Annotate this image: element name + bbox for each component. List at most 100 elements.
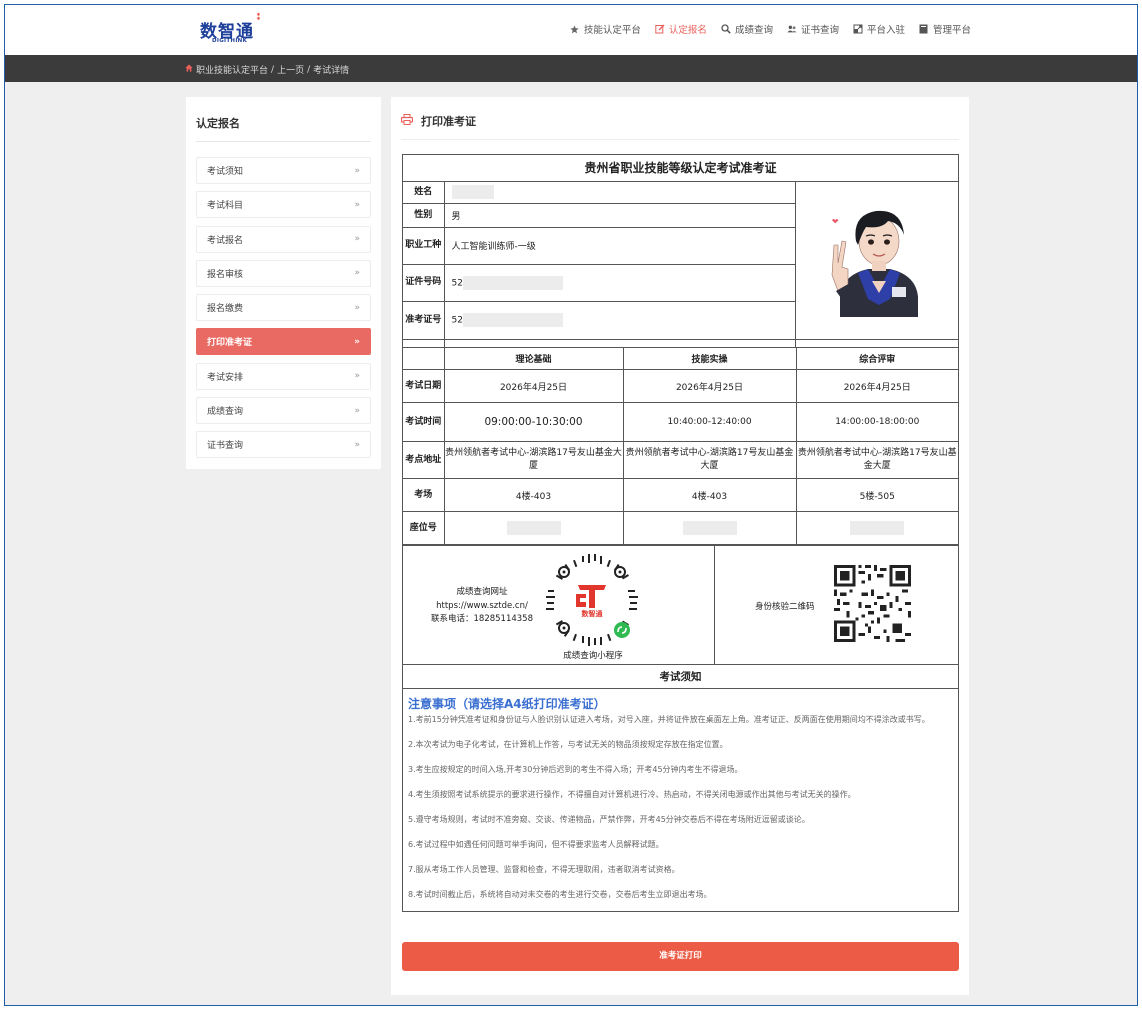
sidebar-item-exam-registration[interactable]: 考试报名 » [196,225,371,253]
logo-sparkle-icon: ⁑ [256,13,262,23]
identity-verify-block: 身份核验二维码 [715,546,958,664]
chevron-down-icon: » [354,199,360,210]
sidebar-item-exam-schedule[interactable]: 考试安排 » [196,362,371,390]
id-number-value: 52 [443,263,795,302]
top-header: 数智通 ⁑ DIGITHINK 技能认定平台 认定报名 成绩查询 证书查询 平台… [5,5,1137,55]
sidebar-item-label: 证书查询 [207,441,244,452]
id-number-label: 证件号码 [403,263,445,302]
spacer-cell [794,338,958,348]
divider [196,141,371,142]
notice-item: 5.遵守考场规则，考试时不准旁窥、交谈、传递物品，严禁作弊，开考45分钟交卷后不… [408,815,810,824]
breadcrumb-home-link[interactable]: 职业技能认定平台 [196,63,268,76]
table-cell: 4楼-403 [443,478,624,512]
notice-body: 注意事项（请选择A4纸打印准考证） 1.考前15分钟凭准考证和身份证与人脸识别认… [403,689,958,911]
users-icon [787,24,797,34]
star-icon [570,24,580,34]
notice-heading: 注意事项（请选择A4纸打印准考证） [408,697,606,711]
logo-subtext: DIGITHINK [212,38,248,44]
nav-item-skill-platform[interactable]: 技能认定平台 [570,22,641,36]
gender-label: 性别 [403,202,445,228]
seat-cell [443,511,624,545]
nav-label: 成绩查询 [734,25,773,36]
score-query-block: 成绩查询网址 https://www.sztde.cn/ 联系电话：182851… [403,546,715,664]
breadcrumb-separator: / [271,64,275,75]
nav-item-platform-join[interactable]: 平台入驻 [853,22,905,36]
sidebar-item-payment[interactable]: 报名缴费 » [196,294,371,322]
chevron-down-icon: » [354,371,360,382]
sidebar-item-exam-notice[interactable]: 考试须知 » [196,157,371,184]
identity-verify-label: 身份核验二维码 [755,602,815,612]
candidate-photo [821,205,936,317]
notice-item: 4.考生须按照考试系统提示的要求进行操作，不得擅自对计算机进行冷、热启动，不得关… [408,790,856,799]
nav-label: 平台入驻 [866,25,905,36]
qr-section: 成绩查询网址 https://www.sztde.cn/ 联系电话：182851… [403,545,958,664]
nav-item-admin-platform[interactable]: 管理平台 [919,22,971,36]
sidebar-item-label: 报名缴费 [207,304,244,315]
ticket-number-value: 52 [443,300,795,340]
table-row: 考试时间 09:00:00-10:30:00 10:40:00-12:40:00… [403,402,958,442]
name-value [443,182,796,204]
seat-redacted [506,521,561,535]
notice-item: 3.考生应按规定的时间入场,开考30分钟后迟到的考生不得入场；开考45分钟内考生… [408,765,743,774]
page-title-text: 打印准考证 [421,115,476,128]
page-frame: 数智通 ⁑ DIGITHINK 技能认定平台 认定报名 成绩查询 证书查询 平台… [4,4,1138,1006]
seat-cell [622,511,797,545]
sidebar-item-score-query[interactable]: 成绩查询 » [196,397,371,425]
id-number-redacted [462,275,563,290]
nav-label: 证书查询 [800,25,839,36]
column-header: 综合评审 [795,347,958,370]
row-label: 座位号 [403,511,445,545]
book-icon [919,24,929,34]
table-cell: 2026年4月25日 [622,369,797,403]
mini-program-caption: 成绩查询小程序 [563,651,623,661]
main-panel: 打印准考证 贵州省职业技能等级认定考试准考证 姓名 性别 男 职业工种 人工智能… [391,97,969,995]
seat-cell [795,511,958,545]
nav-item-certificate-query[interactable]: 证书查询 [787,22,839,36]
notice-item: 1.考前15分钟凭准考证和身份证与人脸识别认证进入考场，对号入座，并将证件放在桌… [408,715,930,724]
nav-label: 技能认定平台 [583,25,641,36]
breadcrumb-separator: / [307,64,311,75]
notice-item: 2.本次考试为电子化考试，在计算机上作答，与考试无关的物品须按规定存放在指定位置… [408,740,728,749]
notice-item: 7.服从考场工作人员管理、监督和检查，不得无理取闹，违者取消考试资格。 [408,865,680,874]
table-cell: 09:00:00-10:30:00 [443,402,624,442]
sidebar-item-exam-subjects[interactable]: 考试科目 » [196,191,371,219]
divider [401,139,959,140]
table-cell: 14:00:00-18:00:00 [795,402,958,442]
query-url-label: 成绩查询网址 [456,587,508,597]
breadcrumb-back-link[interactable]: 上一页 [277,63,304,76]
top-nav: 技能认定平台 认定报名 成绩查询 证书查询 平台入驻 管理平台 [570,22,971,36]
identity-qr-code [834,565,911,642]
name-redacted [451,185,494,200]
table-row: 考场 4楼-403 4楼-403 5楼-505 [403,478,958,512]
column-header: 技能实操 [622,347,797,370]
personal-info-table: 姓名 性别 男 职业工种 人工智能训练师-一级 证件号码 52 准考证号 52 [403,182,958,348]
logo[interactable]: 数智通 ⁑ DIGITHINK [200,13,261,49]
nav-item-score-query[interactable]: 成绩查询 [721,22,773,36]
breadcrumb: 职业技能认定平台 / 上一页 / 考试详情 [185,63,349,76]
home-icon [185,64,193,75]
nav-label: 管理平台 [932,25,971,36]
table-row: 考试日期 2026年4月25日 2026年4月25日 2026年4月25日 [403,369,958,403]
sidebar-item-label: 成绩查询 [207,407,244,418]
sidebar-item-certificate-query[interactable]: 证书查询 » [196,431,371,459]
sidebar-title: 认定报名 [196,117,240,130]
table-cell: 贵州领航者考试中心-湖滨路17号友山基金大厦 [443,441,624,479]
query-url[interactable]: https://www.sztde.cn/ [427,600,537,614]
job-value: 人工智能训练师-一级 [443,226,795,265]
spacer-cell [443,338,796,348]
sidebar-item-registration-review[interactable]: 报名审核 » [196,259,371,287]
sidebar-menu: 考试须知 » 考试科目 » 考试报名 » 报名审核 » 报名缴费 » 打印准考证 » 考试安… [196,157,371,466]
table-cell: 2026年4月25日 [443,369,624,403]
print-ticket-button[interactable]: 准考证打印 [402,942,959,971]
id-number-prefix: 52 [451,278,463,288]
schedule-corner [403,347,445,370]
table-cell: 5楼-505 [795,478,958,512]
sidebar-item-label: 考试须知 [207,167,244,177]
name-label: 姓名 [403,182,445,204]
chevron-down-icon: » [354,234,360,245]
sidebar-item-print-ticket[interactable]: 打印准考证 » [196,328,371,356]
nav-item-registration[interactable]: 认定报名 [655,22,707,36]
page-title: 打印准考证 [400,113,476,129]
row-label: 考试日期 [403,369,445,403]
table-cell: 2026年4月25日 [795,369,958,403]
